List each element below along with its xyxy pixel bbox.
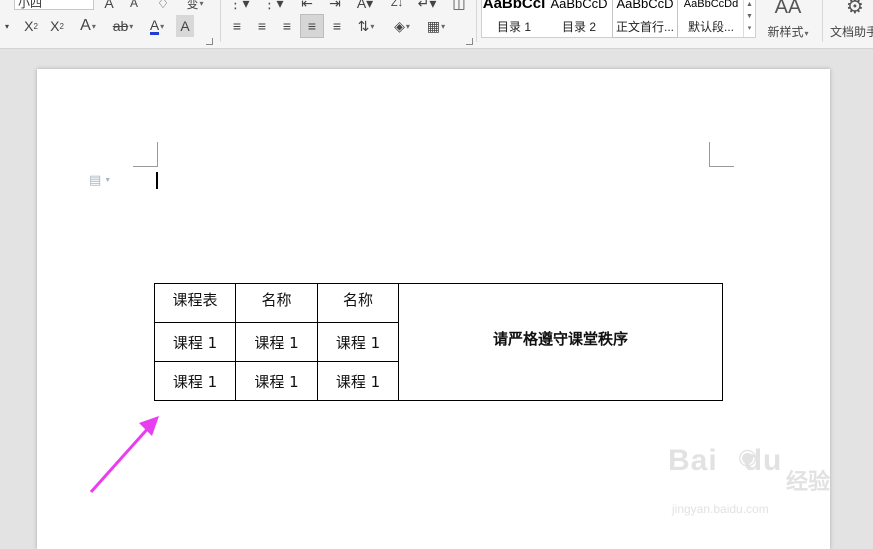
arrow-shaft	[89, 423, 153, 494]
watermark-brand: Bai du	[668, 444, 783, 477]
paw-icon: ◉	[738, 444, 758, 469]
baidu-watermark: Bai du ◉ 经验 jingyan.baidu.com	[668, 444, 868, 524]
watermark-url: jingyan.baidu.com	[672, 502, 769, 516]
watermark-cn: 经验	[786, 469, 831, 494]
